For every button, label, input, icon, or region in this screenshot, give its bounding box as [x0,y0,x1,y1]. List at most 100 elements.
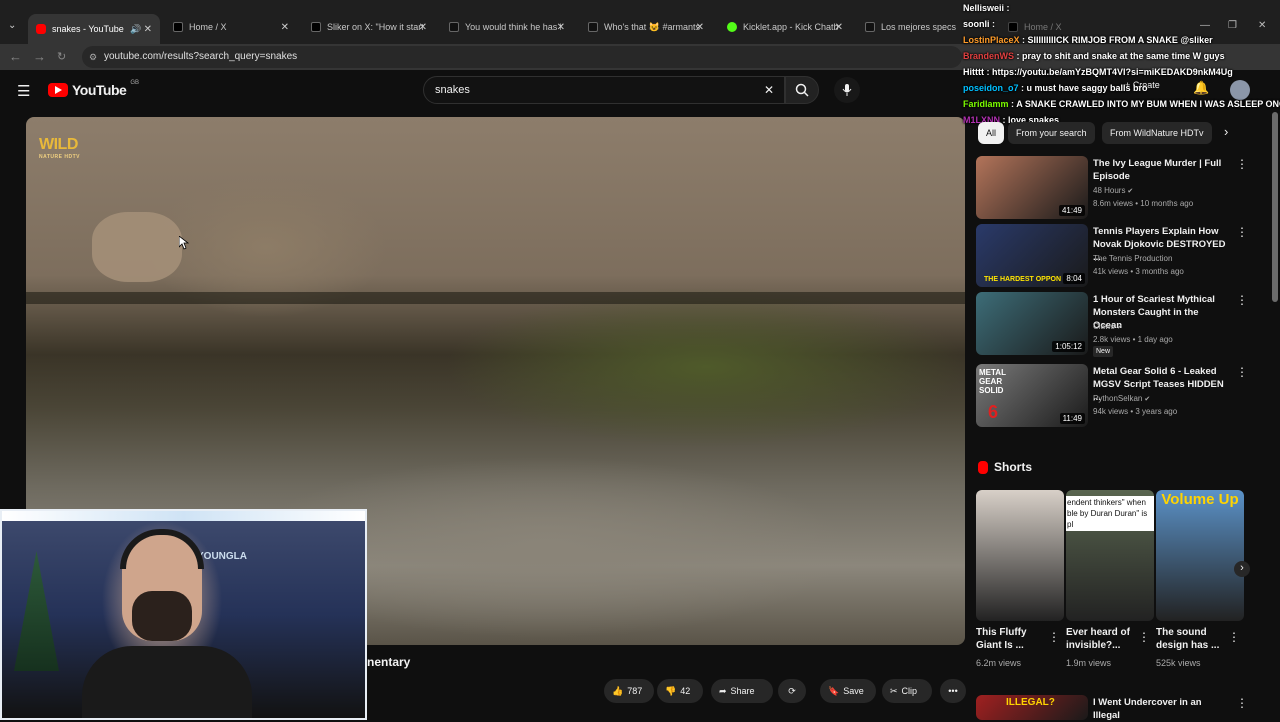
remix-button[interactable]: ⟳ [778,679,806,703]
tab-specs[interactable]: Los mejores specs de Bl [857,14,957,40]
chat-username[interactable]: poseidon_o7 [963,83,1019,93]
save-button[interactable]: 🔖 Save [820,679,876,703]
speaker-icon[interactable]: 🔊 [130,24,141,35]
close-icon[interactable]: ✕ [835,22,843,33]
stream-chat-overlay: Nellisweii : soonli : LostinPlaceX : SII… [955,0,1280,128]
play-logo-icon [48,83,68,97]
video-thumbnail[interactable]: 41:49 [976,156,1088,219]
more-options-icon[interactable]: ⋮ [1236,157,1248,171]
menu-icon[interactable]: ☰ [17,82,30,100]
voice-search-button[interactable] [834,77,860,103]
short-thumbnail[interactable]: Volume Up [1156,490,1244,621]
filter-chip-from-search[interactable]: From your search [1008,122,1095,144]
chat-username[interactable]: Hitttt [963,67,984,77]
chat-username[interactable]: LostinPlaceX [963,35,1020,45]
chat-username[interactable]: soonli [963,19,990,29]
tab-search-icon[interactable]: ⌄ [8,20,16,31]
filter-chip-from-channel[interactable]: From WildNature HDTv [1102,122,1212,144]
channel-name[interactable]: Claws ✔ [1093,320,1123,334]
chat-username[interactable]: Faridlamm [963,99,1009,109]
close-icon[interactable]: ✕ [557,22,565,33]
video-title[interactable]: I Went Undercover in an Illegal [1093,696,1228,722]
channel-watermark: WILD NATURE HDTV [39,136,80,160]
close-icon[interactable]: ✕ [281,22,289,33]
chat-text: u must have saggy balls bro [1026,83,1148,93]
url-field[interactable]: ⚙ youtube.com/results?search_query=snake… [82,46,962,68]
video-title[interactable]: The Ivy League Murder | Full Episode [1093,157,1228,183]
verified-icon: ✔ [1114,324,1123,331]
chat-message: poseidon_o7 : u must have saggy balls br… [963,83,1148,93]
video-stats: 2.8k views • 1 day ago [1093,335,1173,344]
short-thumbnail[interactable]: endent thinkers" when ble by Duran Duran… [1066,490,1154,621]
youtube-logo[interactable]: YouTube GB [48,80,139,98]
tab-tiktok-2[interactable]: Who's that 😺 #armants ✕ [580,14,712,40]
channel-name[interactable]: The Tennis Production [1093,252,1172,265]
search-value: snakes [435,84,470,96]
url-text: youtube.com/results?search_query=snakes [104,51,298,62]
share-button[interactable]: ➦ Share [711,679,773,703]
tab-label: Los mejores specs de Bl [881,22,957,32]
like-button[interactable]: 👍 787 [604,679,654,703]
short-title[interactable]: This Fluffy Giant Is ... [976,626,1052,652]
short-title[interactable]: Ever heard of invisible?... [1066,626,1142,652]
page-scrollbar[interactable] [1272,112,1278,302]
video-thumbnail[interactable]: METAL GEAR SOLID 6 11:49 [976,364,1088,427]
chat-text: SIIIIIIIIICK RIMJOB FROM A SNAKE @sliker [1027,35,1213,45]
short-thumbnail[interactable] [976,490,1064,621]
shorts-icon [978,460,988,474]
short-views: 1.9m views [1066,658,1112,668]
short-caption: Volume Up [1161,491,1239,508]
tab-home-x[interactable]: Home / X ✕ [165,14,297,40]
search-input[interactable]: snakes ✕ [423,76,785,104]
more-options-icon[interactable]: ⋮ [1138,630,1150,644]
channel-label: The Tennis Production [1093,254,1173,263]
close-icon[interactable]: ✕ [144,24,152,35]
tiktok-favicon-icon [449,22,459,32]
chat-username[interactable]: Nellisweii [963,3,1004,13]
search-button[interactable] [785,76,819,104]
shorts-next-icon[interactable]: › [1234,561,1250,577]
more-options-icon[interactable]: ⋮ [1236,225,1248,239]
verified-icon: ✔ [1142,396,1151,403]
video-thumbnail[interactable]: THE HARDEST OPPON 8:04 [976,224,1088,287]
more-actions-button[interactable]: ••• [940,679,966,703]
more-options-icon[interactable]: ⋮ [1048,630,1060,644]
chat-text: https://youtu.be/amYzBQMT4VI?si=miKEDAKD… [992,67,1233,77]
clip-button[interactable]: ✂ Clip [882,679,932,703]
chevron-right-icon[interactable]: › [1224,124,1228,139]
dislike-button[interactable]: 👎 42 [657,679,703,703]
channel-name[interactable]: PythonSelkan ✔ [1093,392,1150,406]
close-icon[interactable]: ✕ [696,22,704,33]
close-icon[interactable]: ✕ [419,22,427,33]
region-code: GB [130,80,139,86]
channel-label: Claws [1093,322,1115,331]
video-thumbnail[interactable]: ILLEGAL? [976,695,1088,720]
clear-search-icon[interactable]: ✕ [764,77,774,103]
chat-message: soonli : [963,19,995,29]
back-icon[interactable]: ← [9,49,22,64]
video-stats: 8.6m views • 10 months ago [1093,199,1194,208]
watermark-text: WILD [39,136,78,153]
filter-chip-all[interactable]: All [978,122,1005,144]
tab-sliker-x[interactable]: Sliker on X: "How it starte ✕ [303,14,435,40]
tab-youtube[interactable]: snakes - YouTube 🔊 ✕ [28,14,160,44]
forward-icon[interactable]: → [33,49,46,64]
more-options-icon[interactable]: ⋮ [1236,293,1248,307]
tab-kicklet[interactable]: Kicklet.app - Kick Chatbo ✕ [719,14,851,40]
search-icon [795,83,809,97]
more-options-icon[interactable]: ⋮ [1228,630,1240,644]
reload-icon[interactable]: ↻ [57,50,66,63]
dislike-count: 42 [680,686,691,696]
chat-username[interactable]: BrandenWS [963,51,1014,61]
save-label: Save [843,686,864,696]
chat-text: A SNAKE CRAWLED INTO MY BUM WHEN I WAS A… [1016,99,1280,109]
site-info-icon[interactable]: ⚙ [89,46,97,68]
video-thumbnail[interactable]: 1:05:12 [976,292,1088,355]
more-options-icon[interactable]: ⋮ [1236,365,1248,379]
more-options-icon[interactable]: ⋮ [1236,696,1248,710]
streamer-webcam: YOUNGLA [0,509,367,720]
tab-tiktok-1[interactable]: You would think he has le ✕ [441,14,573,40]
short-title[interactable]: The sound design has ... [1156,626,1232,652]
thumbnail-caption: THE HARDEST OPPON [984,276,1062,283]
channel-name[interactable]: 48 Hours ✔ [1093,184,1133,198]
